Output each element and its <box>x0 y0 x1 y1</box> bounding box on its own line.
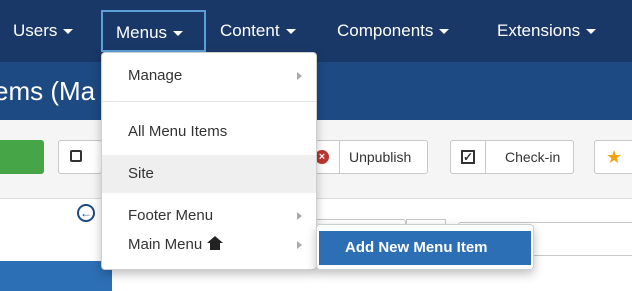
menu-item-main-label: Main Menu <box>128 236 203 253</box>
menu-item-manage[interactable]: Manage <box>102 59 316 93</box>
main-menu-submenu: Add New Menu Item <box>316 224 534 270</box>
back-arrow-icon[interactable]: ← <box>77 204 95 222</box>
chevron-right-icon <box>297 212 302 220</box>
menu-divider <box>102 101 316 102</box>
nav-menus[interactable]: Menus <box>101 10 206 52</box>
menu-item-main-menu[interactable]: Main Menu <box>102 228 316 262</box>
button-separator <box>485 141 486 173</box>
nav-components[interactable]: Components <box>337 0 450 62</box>
nav-components-label: Components <box>337 21 434 40</box>
featured-button[interactable]: ★ <box>594 140 632 174</box>
unpublish-button[interactable]: × Unpublish <box>304 140 428 174</box>
unpublish-icon: × <box>315 150 329 164</box>
edit-button[interactable] <box>58 140 102 174</box>
edit-icon <box>70 150 82 162</box>
checkin-button[interactable]: ✓ Check-in <box>450 140 574 174</box>
add-new-menu-item[interactable]: Add New Menu Item <box>319 231 531 265</box>
chevron-right-icon <box>297 72 302 80</box>
nav-extensions-label: Extensions <box>497 21 581 40</box>
nav-users[interactable]: Users <box>13 0 74 62</box>
button-separator <box>339 141 340 173</box>
nav-content-label: Content <box>220 21 280 40</box>
star-icon: ★ <box>606 147 623 167</box>
page-title: ems (Ma <box>0 76 96 106</box>
menus-dropdown: Manage All Menu Items Site Footer Menu M… <box>101 52 317 270</box>
menu-item-site-label: Site <box>128 165 154 182</box>
checkin-label: Check-in <box>505 149 561 165</box>
new-button[interactable] <box>0 140 44 174</box>
menu-item-manage-label: Manage <box>128 67 183 84</box>
menu-item-site[interactable]: Site <box>102 155 316 193</box>
caret-down-icon <box>63 29 74 35</box>
home-icon <box>207 236 224 251</box>
menu-item-all-menu-items[interactable]: All Menu Items <box>102 115 316 149</box>
nav-users-label: Users <box>13 21 58 40</box>
caret-down-icon <box>285 29 296 35</box>
menu-item-footer-label: Footer Menu <box>128 207 214 224</box>
checkbox-icon: ✓ <box>461 150 475 164</box>
unpublish-label: Unpublish <box>349 149 412 165</box>
sidebar-active-item[interactable] <box>0 261 112 291</box>
chevron-right-icon <box>297 241 302 249</box>
menu-item-all-label: All Menu Items <box>128 123 228 140</box>
caret-down-icon <box>173 31 184 37</box>
caret-down-icon <box>439 29 450 35</box>
nav-menus-label: Menus <box>116 23 168 42</box>
nav-extensions[interactable]: Extensions <box>497 0 597 62</box>
caret-down-icon <box>586 29 597 35</box>
